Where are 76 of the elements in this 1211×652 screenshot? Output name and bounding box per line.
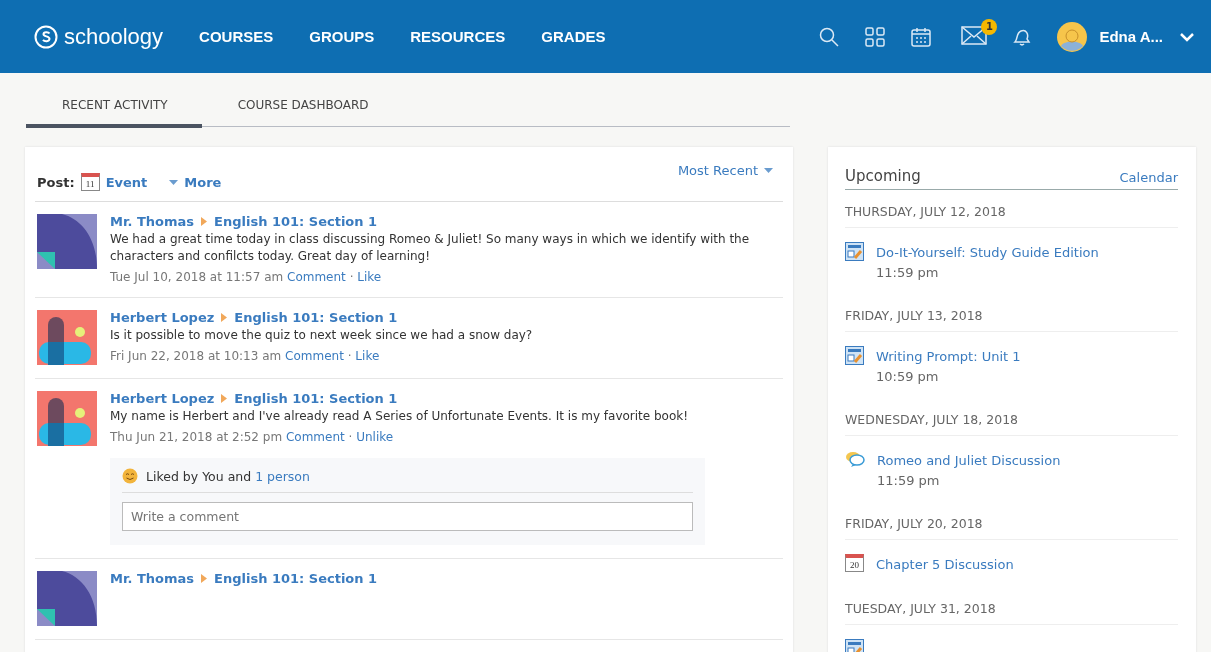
- course-link[interactable]: English 101: Section 1: [234, 391, 398, 406]
- nav-link[interactable]: RESOURCES: [410, 28, 506, 45]
- upcoming-title: Upcoming: [845, 167, 921, 185]
- nav-link[interactable]: GROUPS: [309, 28, 375, 45]
- nav-link[interactable]: GRADES: [541, 28, 606, 45]
- post-date: Thu Jun 21, 2018 at 2:52 pm: [110, 430, 283, 444]
- post-action-link[interactable]: Like: [355, 349, 380, 363]
- nav-link[interactable]: COURSES: [199, 28, 274, 45]
- post-action-link[interactable]: Comment: [287, 270, 346, 284]
- date-heading: FRIDAY, JULY 20, 2018: [845, 502, 1178, 540]
- post-action-link[interactable]: Like: [357, 270, 382, 284]
- comment-field[interactable]: Write a comment: [122, 502, 693, 531]
- avatar-artwork: [37, 214, 97, 269]
- date-heading: THURSDAY, JULY 12, 2018: [845, 190, 1178, 228]
- event-link[interactable]: Romeo and Juliet Discussion: [877, 453, 1061, 468]
- notification-badge: 1: [981, 18, 998, 35]
- triangle-right-icon: [201, 574, 208, 583]
- more-link[interactable]: More: [184, 174, 222, 190]
- calendar-icon: 11: [80, 173, 100, 191]
- triangle-right-icon: [201, 217, 208, 226]
- post-action-link[interactable]: Comment: [285, 430, 345, 444]
- assignment-icon: [845, 242, 864, 261]
- author-link[interactable]: Herbert Lopez: [110, 310, 215, 325]
- calendar-icon[interactable]: [911, 26, 932, 47]
- liker-link[interactable]: 1 person: [255, 468, 310, 484]
- mail-icon[interactable]: [961, 24, 988, 45]
- likes-text: Liked by You and 1 person: [146, 468, 310, 484]
- tab[interactable]: RECENT ACTIVITY: [26, 98, 202, 128]
- logo-icon: [34, 24, 58, 49]
- post-label: Post:: [37, 174, 75, 190]
- schoology-logo[interactable]: schoology: [34, 23, 164, 50]
- event-time: 11:59 pm: [876, 265, 940, 280]
- chevron-down-icon[interactable]: [1179, 30, 1195, 43]
- event-link[interactable]: Writing Prompt: Unit 1: [876, 349, 1021, 364]
- event-link[interactable]: Event: [105, 174, 148, 190]
- sort-dropdown[interactable]: Most Recent: [677, 163, 758, 178]
- speech-bubbles-icon: [845, 450, 865, 468]
- post-action-link[interactable]: Comment: [285, 349, 344, 363]
- course-link[interactable]: English 101: Section 1: [214, 571, 378, 586]
- separator-dot: ·: [347, 349, 352, 363]
- apps-grid-icon[interactable]: [865, 26, 886, 47]
- author-link[interactable]: Herbert Lopez: [110, 391, 215, 406]
- search-icon[interactable]: [819, 26, 840, 47]
- user-avatar[interactable]: [1057, 21, 1088, 52]
- triangle-right-icon: [221, 313, 228, 322]
- post-date: Fri Jun 22, 2018 at 10:13 am: [110, 349, 282, 363]
- date-heading: FRIDAY, JULY 13, 2018: [845, 294, 1178, 332]
- smiley-icon: [122, 468, 138, 484]
- user-name[interactable]: Edna A...: [1099, 28, 1163, 45]
- caret-icon: [169, 179, 179, 185]
- event-time: 10:59 pm: [876, 369, 940, 384]
- post-text: We had a great time today in class discussing Romeo & Juliet! So many ways in which we identify with the characters and confilcts today. Great day of learning!: [110, 231, 751, 265]
- date-heading: WEDNESDAY, JULY 18, 2018: [845, 398, 1178, 436]
- course-link[interactable]: English 101: Section 1: [214, 214, 378, 229]
- avatar-artwork: [37, 391, 97, 446]
- author-link[interactable]: Mr. Thomas: [110, 214, 195, 229]
- post-text: Is it possible to move the quiz to next week since we had a snow day?: [110, 327, 534, 344]
- tab[interactable]: COURSE DASHBOARD: [201, 98, 403, 128]
- post-text: My name is Herbert and I've already read A Series of Unfortunate Events. It is my favorite book!: [110, 408, 690, 425]
- avatar-artwork: [37, 310, 97, 365]
- assignment-icon: [845, 346, 864, 365]
- calendar-icon: 20: [845, 554, 864, 572]
- author-link[interactable]: Mr. Thomas: [110, 571, 195, 586]
- caret-icon: [764, 168, 773, 173]
- triangle-right-icon: [221, 394, 228, 403]
- post-date: Tue Jul 10, 2018 at 11:57 am: [110, 270, 284, 284]
- event-link[interactable]: Chapter 5 Discussion: [876, 557, 1014, 572]
- event-time: 11:59 pm: [877, 473, 941, 488]
- separator-dot: ·: [348, 430, 353, 444]
- post-action-link[interactable]: Unlike: [356, 430, 394, 444]
- event-link[interactable]: Do-It-Yourself: Study Guide Edition: [876, 245, 1099, 260]
- date-heading: TUESDAY, JULY 31, 2018: [845, 587, 1178, 625]
- course-link[interactable]: English 101: Section 1: [234, 310, 398, 325]
- avatar-artwork: [37, 571, 97, 626]
- separator-dot: ·: [349, 270, 354, 284]
- calendar-link[interactable]: Calendar: [1119, 170, 1178, 185]
